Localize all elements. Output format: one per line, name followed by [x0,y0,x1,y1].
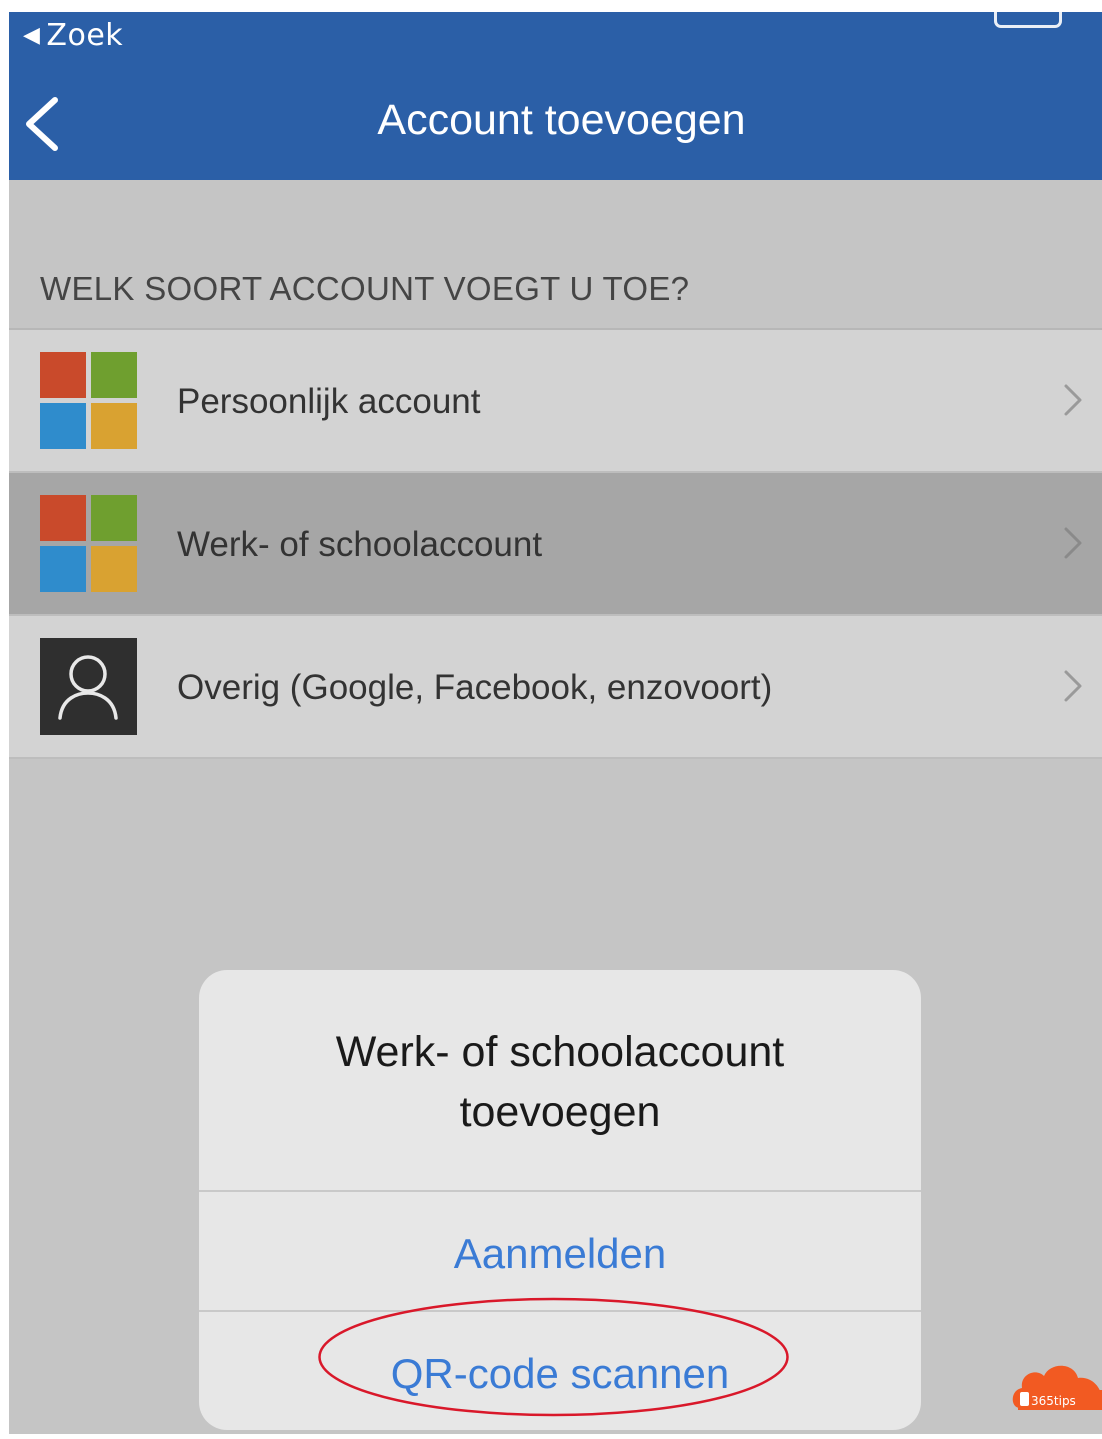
highlight-ellipse-annotation [318,1297,789,1417]
microsoft-logo-icon [40,495,137,592]
person-icon [40,638,137,735]
microsoft-logo-icon [40,352,137,449]
account-option-label: Persoonlijk account [177,382,481,421]
dialog-title-line-1: Werk- of schoolaccount [335,1028,785,1076]
watermark-text: 365tips [1031,1394,1076,1408]
account-option-personal[interactable]: Persoonlijk account [9,330,1102,473]
sign-in-button[interactable]: Aanmelden [199,1230,921,1278]
dialog-title-line-2: toevoegen [459,1088,661,1136]
battery-icon [994,12,1062,28]
chevron-right-icon [1064,384,1082,416]
account-option-label: Werk- of schoolaccount [177,525,543,564]
back-triangle-icon: ◀ [23,23,41,48]
page-title: Account toevoegen [377,96,746,144]
account-option-other[interactable]: Overig (Google, Facebook, enzovoort) [9,616,1102,759]
watermark-logo: 365tips [1008,1338,1102,1434]
account-option-work-school[interactable]: Werk- of schoolaccount [9,473,1102,616]
chevron-right-icon [1064,670,1082,702]
navigation-header: ◀ Zoek Account toevoegen [9,12,1102,180]
account-option-label: Overig (Google, Facebook, enzovoort) [177,668,773,707]
dialog-divider [199,1190,921,1192]
status-back-label: Zoek [46,18,124,53]
app-screen: ◀ Zoek Account toevoegen WELK SOORT ACCOU… [9,12,1102,1434]
chevron-right-icon [1064,527,1082,559]
section-heading: WELK SOORT ACCOUNT VOEGT U TOE? [40,270,690,307]
account-type-list: Persoonlijk account Werk- of schoolaccou… [9,328,1102,759]
status-back-link[interactable]: ◀ Zoek [23,18,123,53]
dialog-title: Werk- of schoolaccount toevoegen [199,1022,921,1142]
